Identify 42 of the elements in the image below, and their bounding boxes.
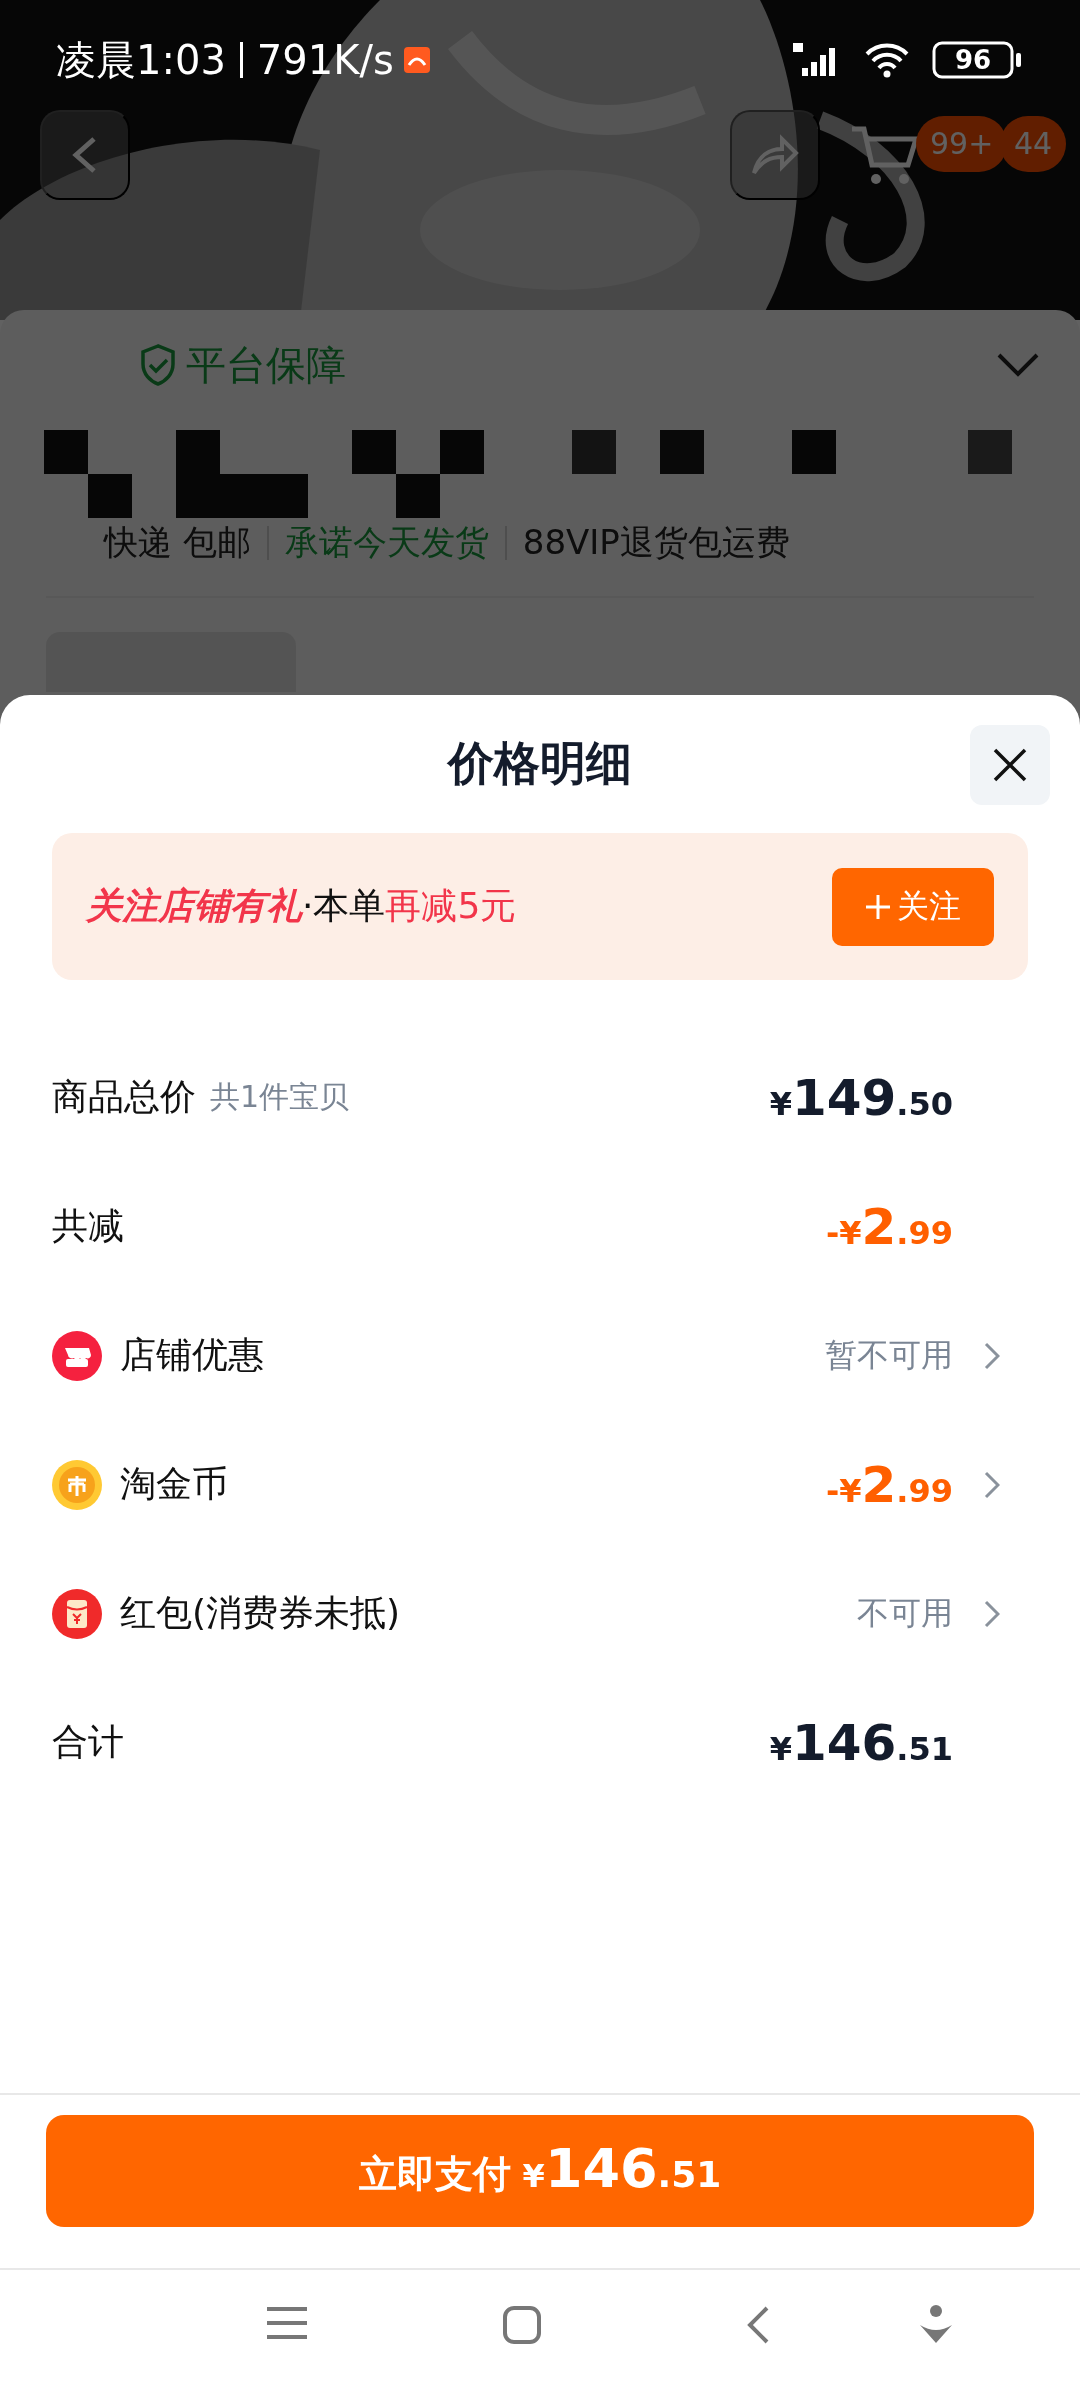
shipping-info: 承诺今天发货 [284,521,489,564]
wifi-icon [864,42,910,78]
price-amount: ¥146.51 [769,1713,953,1772]
availability-status: 暂不可用 [825,1334,953,1376]
network-speed: 791K/s [256,37,394,83]
shield-check-icon [140,344,176,386]
price-amount: -¥2.99 [825,1197,953,1256]
follow-button[interactable]: 关注 [832,867,994,946]
sheet-title: 价格明细 [448,735,632,792]
item-count: 共1件宝贝 [210,1078,350,1116]
status-time: 凌晨1:03 [56,35,226,85]
chevron-right-icon [984,1599,1000,1628]
plus-icon [865,893,891,920]
shipping-info: 快递 包邮 [104,521,251,564]
row-label: 红包(消费券未抵) [120,1591,401,1635]
home-icon[interactable] [502,2305,542,2345]
assistant-icon[interactable] [918,2305,954,2345]
app-notification-icon [403,47,430,73]
promo-text: 关注店铺有礼·本单再减5元 [86,884,517,928]
shop-icon [52,1330,102,1381]
row-label: 共减 [52,1204,124,1248]
row-label: 商品总价 [52,1075,196,1119]
envelope-icon [52,1588,102,1639]
menu-icon[interactable] [265,2305,309,2341]
price-amount: -¥2.99 [825,1455,953,1514]
pay-now-button[interactable]: 立即支付 ¥146.51 [46,2115,1034,2227]
share-icon [750,133,800,177]
price-amount: ¥149.50 [769,1068,953,1127]
guarantee-label: 平台保障 [186,340,346,390]
close-button[interactable] [970,725,1050,805]
availability-status: 不可用 [857,1592,953,1634]
row-label: 淘金币 [120,1462,228,1506]
chevron-down-icon[interactable] [996,352,1040,378]
close-icon [992,747,1028,783]
chevron-right-icon [984,1470,1000,1499]
battery-indicator: 96 [932,41,1024,79]
shipping-info: 88VIP退货包运费 [522,521,790,564]
chevron-right-icon [984,1341,1000,1370]
row-label: 店铺优惠 [120,1333,264,1377]
coin-icon [52,1459,102,1510]
back-icon[interactable] [745,2305,771,2345]
row-label: 合计 [52,1720,124,1764]
